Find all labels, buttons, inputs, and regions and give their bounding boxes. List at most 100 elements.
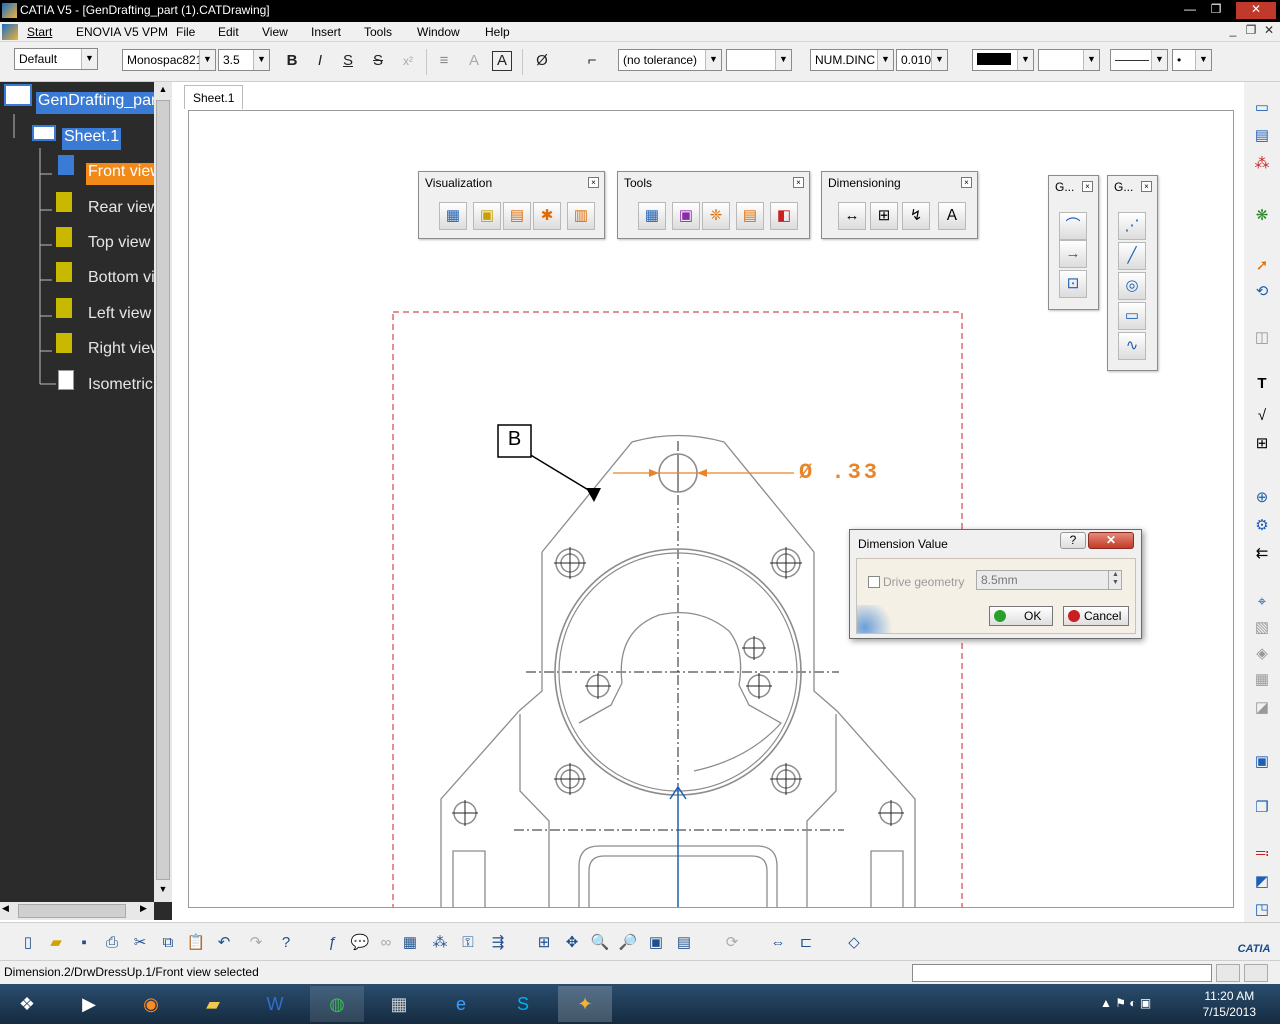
ok-button[interactable]: OK xyxy=(989,606,1053,626)
arc-icon[interactable]: ⌒ xyxy=(1059,212,1087,240)
superscript-button[interactable]: x² xyxy=(396,49,420,73)
new-icon[interactable]: ▯ xyxy=(16,931,40,955)
tree-item-sheet[interactable]: Sheet.1 xyxy=(62,128,122,150)
properties-icon[interactable]: ▧ xyxy=(1250,616,1274,640)
text-icon[interactable]: T xyxy=(1250,372,1274,396)
text-frame-button[interactable]: A xyxy=(492,51,512,71)
thread-icon[interactable]: ⚙ xyxy=(1250,514,1274,538)
dimensions-icon[interactable]: ↔ xyxy=(838,202,866,230)
close-icon[interactable]: × xyxy=(793,177,804,188)
tree-item-front-view[interactable]: Front view xyxy=(86,163,154,185)
tolerance-select[interactable]: (no tolerance) ▼ xyxy=(618,49,722,71)
arrow-left-icon[interactable]: ⇇ xyxy=(1250,542,1274,566)
tolerance-value-select[interactable]: ▼ xyxy=(726,49,792,71)
section-view-icon[interactable]: ⁂ xyxy=(1250,152,1274,176)
tree-item-rear-view[interactable]: Rear view xyxy=(88,199,154,221)
media-player-icon[interactable]: ▶ xyxy=(62,986,116,1022)
insert-symbol-button[interactable]: Ø xyxy=(530,49,554,73)
numeric-format-select[interactable]: NUM.DINC ▼ xyxy=(810,49,894,71)
tree-vertical-scrollbar[interactable]: ▲ ▼ xyxy=(154,82,172,902)
dialog-close-button[interactable]: ✕ xyxy=(1088,532,1134,549)
word-icon[interactable]: W xyxy=(248,986,302,1022)
menu-window[interactable]: Window xyxy=(417,25,460,39)
dimension-value-input[interactable]: 8.5mm xyxy=(976,570,1122,590)
normal-view-icon[interactable]: ▤ xyxy=(672,931,696,955)
pan-icon[interactable]: ✥ xyxy=(560,931,584,955)
analysis-icon[interactable]: ▤ xyxy=(736,202,764,230)
clock[interactable]: 11:20 AM 7/15/2013 xyxy=(1203,988,1256,1020)
drawing-canvas[interactable]: Sheet.1 B Ø .33 Visualization × ▦ ▣ ▤ ✱ … xyxy=(176,82,1242,920)
tree-item-bottom-view[interactable]: Bottom view xyxy=(88,269,154,291)
balloon-icon[interactable]: ◳ xyxy=(1250,898,1274,922)
command-history-button[interactable] xyxy=(1244,964,1268,982)
save-icon[interactable]: ▪ xyxy=(72,931,96,955)
doc-close-button[interactable]: ✕ xyxy=(1260,23,1278,40)
style-select[interactable]: Default ▼ xyxy=(14,48,98,70)
analysis-icon[interactable]: ▦ xyxy=(1250,668,1274,692)
datum-label[interactable]: B xyxy=(500,428,529,454)
text-icon[interactable]: Ａ xyxy=(938,202,966,230)
menu-help[interactable]: Help xyxy=(485,25,510,39)
circle-icon[interactable]: ◎ xyxy=(1118,272,1146,300)
spline-icon[interactable]: ∿ xyxy=(1118,332,1146,360)
scroll-thumb[interactable] xyxy=(156,100,170,880)
detail-icon[interactable]: ◪ xyxy=(1250,696,1274,720)
paste-icon[interactable]: 📋 xyxy=(184,931,208,955)
minimize-button[interactable]: — xyxy=(1178,2,1202,19)
doc-restore-button[interactable]: ❐ xyxy=(1242,23,1260,40)
bold-button[interactable]: B xyxy=(280,49,304,73)
tree-horizontal-scrollbar[interactable]: ◀ ▶ xyxy=(0,902,154,920)
close-icon[interactable]: × xyxy=(961,177,972,188)
dress-up-icon[interactable]: ≕ xyxy=(1250,842,1274,866)
rectangle-icon[interactable]: ▭ xyxy=(1118,302,1146,330)
zoom-area-icon[interactable]: ▣ xyxy=(644,931,668,955)
document-icon[interactable] xyxy=(2,24,18,40)
print-icon[interactable]: ▣ xyxy=(1250,750,1274,774)
line-thickness-select[interactable]: ▼ xyxy=(1038,49,1100,71)
italic-button[interactable]: I xyxy=(308,49,332,73)
cosmetic-icon[interactable]: ▥ xyxy=(567,202,595,230)
measure-item-icon[interactable]: ⊏ xyxy=(794,931,818,955)
close-icon[interactable]: × xyxy=(588,177,599,188)
chrome-icon[interactable]: ◍ xyxy=(310,986,364,1022)
arrow-icon[interactable]: → xyxy=(1059,240,1087,268)
copy-icon[interactable]: ⧉ xyxy=(156,931,180,955)
tray-icons[interactable]: ▲ ⚑ ◐ ▣ xyxy=(1100,996,1151,1010)
formula-icon[interactable]: ƒ xyxy=(320,931,344,955)
table-icon[interactable]: ▦ xyxy=(398,931,422,955)
menu-view[interactable]: View xyxy=(262,25,288,39)
tree-item-left-view[interactable]: Left view xyxy=(88,305,151,327)
tree-item-isometric-view[interactable]: Isometric view xyxy=(88,376,154,398)
scroll-right-icon[interactable]: ▶ xyxy=(140,903,147,914)
doc-minimize-button[interactable]: _ xyxy=(1224,23,1242,40)
catia-task-icon[interactable]: ✦ xyxy=(558,986,612,1022)
menu-file[interactable]: File xyxy=(176,25,195,39)
relations-icon[interactable]: ⇶ xyxy=(486,931,510,955)
font-size-select[interactable]: 3.5 ▼ xyxy=(218,49,270,71)
compass-icon[interactable]: ◇ xyxy=(842,931,866,955)
axis-icon[interactable]: ⊕ xyxy=(1250,486,1274,510)
lock-icon[interactable]: ⚿ xyxy=(456,931,480,955)
strikethrough-button[interactable]: S xyxy=(366,49,390,73)
scroll-down-icon[interactable]: ▼ xyxy=(155,884,171,900)
generation-icon[interactable]: ❋ xyxy=(1250,204,1274,228)
rotate-icon[interactable]: ⟲ xyxy=(1250,280,1274,304)
point-type-select[interactable]: • ▼ xyxy=(1172,49,1212,71)
help-button[interactable]: ? xyxy=(1060,532,1086,549)
redo-icon[interactable]: ↷ xyxy=(244,931,268,955)
line-color-select[interactable]: ▼ xyxy=(972,49,1034,71)
update-icon[interactable]: ◈ xyxy=(1250,642,1274,666)
restore-button[interactable]: ❐ xyxy=(1204,2,1228,19)
zoom-in-icon[interactable]: 🔍 xyxy=(588,931,612,955)
dimension-icon[interactable]: ⌖ xyxy=(1250,590,1274,614)
select-icon[interactable]: ➚ xyxy=(1250,254,1274,278)
table-icon[interactable]: ⊞ xyxy=(1250,432,1274,456)
analysis-display-icon[interactable]: ▤ xyxy=(503,202,531,230)
internet-explorer-icon[interactable]: e xyxy=(434,986,488,1022)
align-left-icon[interactable]: ≡ xyxy=(432,49,456,73)
menu-tools[interactable]: Tools xyxy=(364,25,392,39)
views-icon[interactable]: ▤ xyxy=(1250,124,1274,148)
dimension-text[interactable]: Ø .33 xyxy=(799,460,880,485)
fit-all-icon[interactable]: ⊞ xyxy=(532,931,556,955)
value-spinner[interactable]: ▲ ▼ xyxy=(1108,571,1122,589)
